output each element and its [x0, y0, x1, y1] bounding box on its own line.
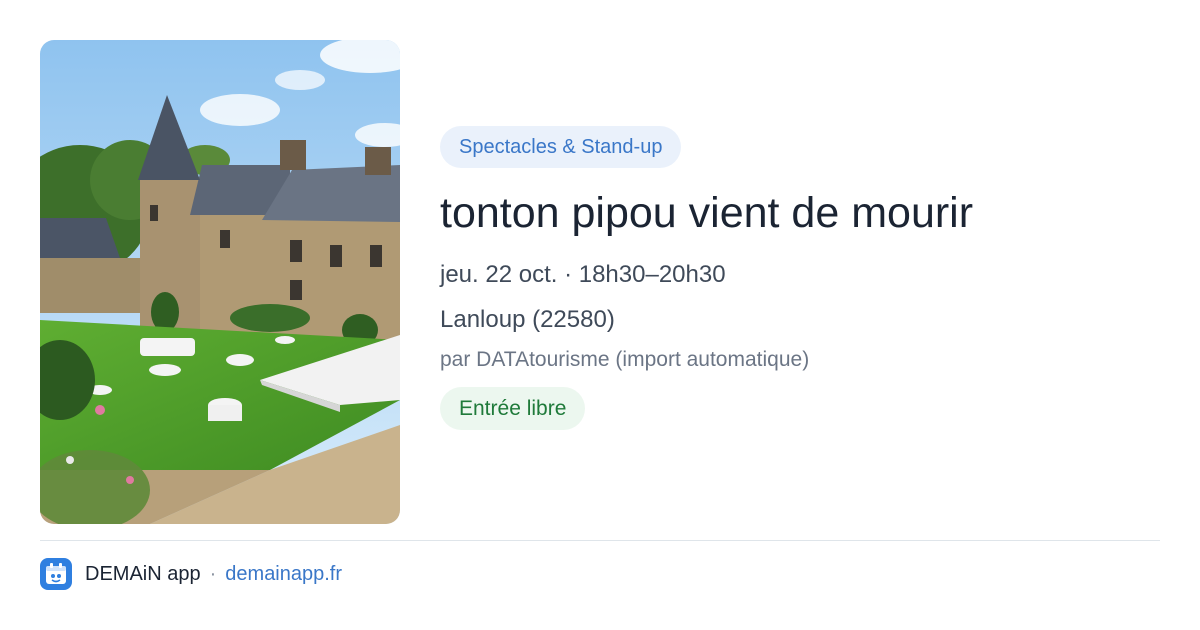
- demain-app-logo-icon: [40, 558, 72, 590]
- event-datetime: jeu. 22 oct. · 18h30–20h30: [440, 261, 726, 288]
- app-url-link[interactable]: demainapp.fr: [225, 563, 342, 586]
- footer-divider: [40, 540, 1160, 541]
- event-source: par DATAtourisme (import automatique): [440, 348, 810, 371]
- category-badge[interactable]: Spectacles & Stand-up: [440, 126, 682, 168]
- event-title: tonton pipou vient de mourir: [440, 189, 974, 237]
- event-location: Lanloup (22580): [440, 306, 615, 333]
- footer-separator: ·: [209, 562, 217, 585]
- footer: DEMAiN app · demainapp.fr: [40, 558, 342, 590]
- event-image: [40, 40, 400, 524]
- price-badge: Entrée libre: [440, 387, 586, 430]
- event-info: Spectacles & Stand-up tonton pipou vient…: [440, 126, 1160, 430]
- app-name: DEMAiN app: [85, 562, 201, 585]
